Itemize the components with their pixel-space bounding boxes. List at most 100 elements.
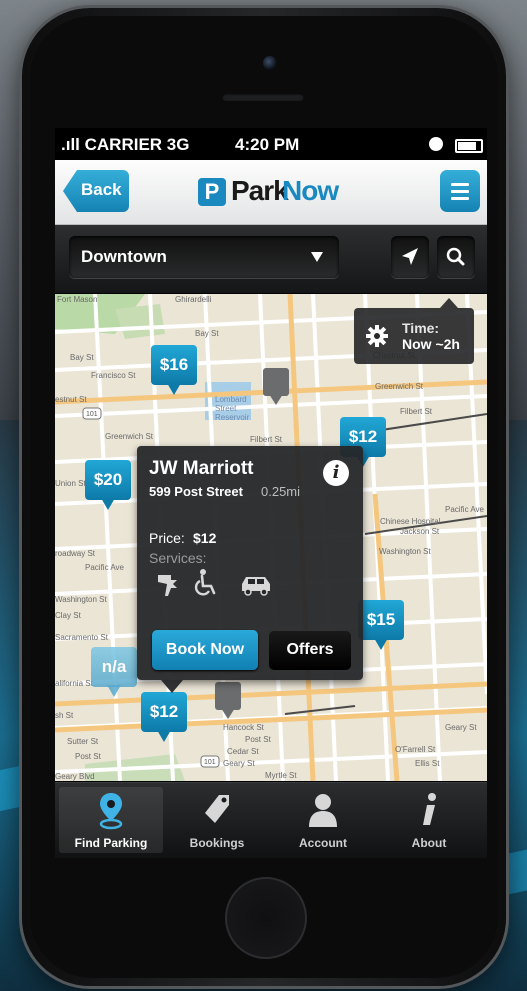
info-icon [423,793,436,825]
svg-text:Filbert St: Filbert St [250,435,283,444]
svg-text:Post St: Post St [245,735,272,744]
time-filter-pointer [440,298,458,308]
svg-text:101: 101 [86,411,98,418]
services-label: Services: [149,550,207,566]
search-button[interactable] [437,236,475,278]
parking-pin-price: $20 [85,460,131,500]
callout-pointer [161,680,183,693]
carrier-signal: .ıll CARRIER 3G [61,135,190,154]
tab-label: Find Parking [74,836,148,850]
back-button-label: Back [81,180,122,199]
location-select-value: Downtown [81,247,167,266]
parking-pin-tip [101,498,115,510]
dropdown-arrow-icon [311,252,323,262]
svg-text:Hancock St: Hancock St [223,723,265,732]
svg-text:Jackson St: Jackson St [400,527,440,536]
svg-text:Chinese Hospital: Chinese Hospital [380,517,441,526]
offers-button[interactable]: Offers [269,630,351,670]
location-address: 599 Post Street [149,484,243,499]
navigation-bar: Back P Park Now [55,160,487,225]
tab-bookings[interactable]: Bookings [165,787,269,853]
parking-detail-callout: JW Marriott 599 Post Street 0.25mi i Pri… [137,446,363,693]
parking-pin-price: n/a [91,647,137,687]
gray-map-marker[interactable] [263,368,289,405]
parking-pin[interactable]: $16 [151,345,197,395]
parking-pin-price: $12 [141,692,187,732]
tab-find-parking[interactable]: Find Parking [59,787,163,853]
svg-text:Cedar St: Cedar St [227,747,259,756]
price-value: $12 [193,530,217,546]
price-label: Price: [149,530,185,546]
navigation-arrow-icon [402,248,418,265]
time-filter[interactable]: Time: Now ~2h [354,298,474,364]
front-camera [263,56,277,70]
location-select[interactable]: Downtown [69,236,339,278]
svg-text:Francisco St: Francisco St [91,371,136,380]
location-pin-icon [99,793,123,830]
svg-text:Post St: Post St [75,752,102,761]
parking-pin-tip [374,638,388,650]
parking-pin[interactable]: $15 [358,600,404,650]
map-view[interactable]: Fort Mason Ghirardelli Bay St Bay St Fra… [55,294,487,781]
parking-pin-selected[interactable]: $12 [141,692,187,742]
svg-text:Pacific Ave: Pacific Ave [445,505,485,514]
parking-pin-unavailable[interactable]: n/a [91,647,137,697]
location-distance: 0.25mi [261,484,301,499]
svg-text:Filbert St: Filbert St [400,407,433,416]
back-button[interactable]: Back [63,170,129,212]
svg-text:sh St: sh St [55,711,74,720]
car-icon [242,577,270,596]
hamburger-line [451,183,469,186]
menu-button[interactable] [440,170,480,212]
svg-text:Greenwich St: Greenwich St [375,382,424,391]
tab-about[interactable]: About [377,787,481,853]
gray-map-marker[interactable] [215,682,241,719]
svg-text:roadway St: roadway St [55,549,96,558]
home-button[interactable] [225,877,307,959]
time-filter-label: Time: [402,320,440,336]
app-screen: .ıll CARRIER 3G 4:20 PM Back P Park Now … [55,128,487,858]
svg-text:Reservoir: Reservoir [215,413,250,422]
svg-text:Ellis St: Ellis St [415,759,440,768]
svg-text:Geary St: Geary St [445,723,477,732]
svg-text:Pacific Ave: Pacific Ave [85,563,125,572]
tab-account[interactable]: Account [271,787,375,853]
person-icon [309,794,337,827]
svg-text:Geary St: Geary St [223,759,255,768]
status-bar: .ıll CARRIER 3G 4:20 PM [55,128,487,160]
parking-pin-tip [167,383,181,395]
svg-text:alifornia St: alifornia St [55,679,94,688]
parking-pin[interactable]: $20 [85,460,131,510]
ev-charging-icon [158,575,177,596]
tab-label: Bookings [189,836,245,850]
svg-text:Washington St: Washington St [55,595,108,604]
parking-pin-price: $15 [358,600,404,640]
svg-text:Myrtle St: Myrtle St [265,771,297,780]
logo-word-now: Now [282,175,339,206]
logo-word-park: Park [231,175,289,206]
svg-text:Greenwich St: Greenwich St [105,432,154,441]
svg-text:Street: Street [215,404,237,413]
gear-icon [366,325,388,347]
svg-text:Fort Mason: Fort Mason [57,295,97,304]
svg-text:estnut St: estnut St [55,395,87,404]
logo-mark: P [198,178,226,206]
search-toolbar: Downtown [55,225,487,293]
parking-pin-tip [157,730,171,742]
search-icon [446,247,465,266]
alarm-icon [429,137,443,151]
parking-pin-tip [107,685,121,697]
svg-text:Lombard: Lombard [215,395,247,404]
hamburger-line [451,197,469,200]
hamburger-line [451,190,469,193]
time-filter-value: Now ~2h [402,336,460,352]
tab-bar: Find Parking Bookings Account About [55,782,487,858]
current-location-button[interactable] [391,236,429,278]
parking-pin-price: $16 [151,345,197,385]
svg-text:Ghirardelli: Ghirardelli [175,295,212,304]
clock: 4:20 PM [235,135,300,154]
book-now-button[interactable]: Book Now [152,630,258,670]
svg-text:Sacramento St: Sacramento St [55,633,109,642]
info-button[interactable]: i [323,460,349,486]
info-icon: i [332,462,340,483]
